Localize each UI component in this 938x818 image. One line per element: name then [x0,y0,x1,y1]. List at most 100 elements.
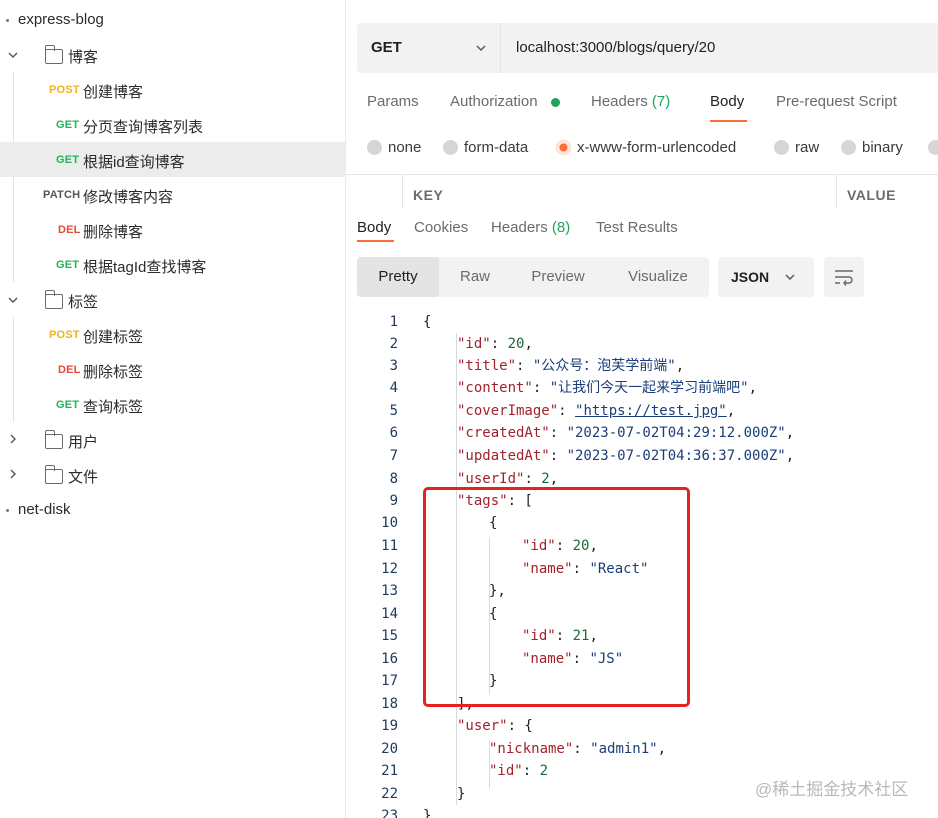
view-visualize-button[interactable]: Visualize [613,257,703,297]
method-badge: DEL [58,364,81,376]
view-mode-group: Pretty Raw Preview Visualize [357,257,709,297]
request-item-selected[interactable]: GET 根据id查询博客 [0,142,346,177]
view-preview-button[interactable]: Preview [521,257,595,297]
line-number: 10 [381,515,398,531]
collection-net-disk[interactable]: net-disk [0,492,346,527]
collection-name: express-blog [18,11,104,28]
code-text: "createdAt": "2023-07-02T04:29:12.000Z", [457,425,795,441]
request-label: 查询标签 [83,399,144,416]
view-pretty-button[interactable]: Pretty [357,257,439,297]
language-select[interactable]: JSON [718,257,814,297]
bullet-icon [6,509,9,512]
code-line: 20 "nickname": "admin1", [346,738,938,760]
resp-tab-cookies[interactable]: Cookies [414,219,468,236]
folder-blog[interactable]: 博客 [0,37,346,72]
value-column: VALUE [836,175,938,209]
request-label: 根据tagId查找博客 [83,259,207,276]
request-item[interactable]: DEL 删除博客 [0,212,346,247]
view-raw-button[interactable]: Raw [443,257,507,297]
json-value: "admin1" [590,741,658,757]
tab-headers[interactable]: Headers (7) [591,93,670,110]
tab-pre-request-script[interactable]: Pre-request Script [776,93,897,110]
radio-graphql[interactable] [928,140,938,155]
request-item[interactable]: DEL 删除标签 [0,352,346,387]
code-line: 5 "coverImage": "https://test.jpg", [346,400,938,422]
sidebar: express-blog 博客 POST 创建博客 GET 分页查询博客列表 G… [0,0,346,818]
radio-label: binary [862,139,903,156]
method-badge: DEL [58,224,81,236]
json-value: "2023-07-02T04:29:12.000Z" [566,425,786,441]
code-line: 3 "title": "公众号：泡芙学前端", [346,355,938,377]
chevron-right-icon [10,469,16,479]
params-table-header: KEY VALUE [346,174,938,209]
code-text: "id": 2 [489,763,549,779]
line-number: 15 [381,628,398,644]
headers-count: (7) [651,93,671,110]
code-line: 19 "user": { [346,715,938,737]
radio-form-data[interactable] [443,140,458,155]
folder-label: 文件 [68,469,99,486]
folder-label: 博客 [68,49,99,66]
request-label: 分页查询博客列表 [83,119,204,136]
url-input[interactable]: localhost:3000/blogs/query/20 [516,39,715,56]
tab-authorization[interactable]: Authorization [450,93,538,110]
active-tab-indicator [357,240,394,242]
radio-label: raw [795,139,820,156]
request-label: 创建博客 [83,84,144,101]
wrap-lines-button[interactable] [824,257,864,297]
code-text: "content": "让我们今天一起来学习前端吧", [457,380,758,396]
line-number: 14 [381,606,398,622]
json-link[interactable]: "https://test.jpg" [575,403,727,419]
resp-tab-test-results[interactable]: Test Results [596,219,678,236]
tab-params[interactable]: Params [367,93,419,110]
radio-urlencoded[interactable] [556,140,571,155]
collection-express-blog[interactable]: express-blog [0,2,346,37]
resp-tab-body[interactable]: Body [357,219,391,236]
active-tab-indicator [710,120,747,122]
code-text: } [457,786,466,802]
json-value: "2023-07-02T04:36:37.000Z" [566,448,786,464]
radio-binary[interactable] [841,140,856,155]
folder-tags[interactable]: 标签 [0,282,346,317]
code-line: 23 } [346,805,938,818]
code-text: { [423,314,432,330]
url-bar: GET localhost:3000/blogs/query/20 [357,23,938,73]
request-item[interactable]: GET 查询标签 [0,387,346,422]
json-value: "公众号：泡芙学前端" [532,358,676,374]
line-number: 21 [381,763,398,779]
radio-none[interactable] [367,140,382,155]
folder-label: 用户 [68,434,99,451]
code-line: 1 { [346,311,938,333]
radio-raw[interactable] [774,140,789,155]
request-item[interactable]: POST 创建标签 [0,317,346,352]
code-text: "coverImage": "https://test.jpg", [457,403,736,419]
line-number: 4 [389,380,398,396]
resp-tab-headers[interactable]: Headers (8) [491,219,570,236]
folder-files[interactable]: 文件 [0,457,346,492]
watermark: @稀土掘金技术社区 [755,780,909,799]
method-badge: GET [56,119,80,131]
code-text: } [423,808,432,818]
request-item[interactable]: PATCH 修改博客内容 [0,177,346,212]
folder-icon [44,430,63,449]
code-text: "user": { [457,718,533,734]
request-item[interactable]: POST 创建博客 [0,72,346,107]
language-value: JSON [731,269,770,285]
request-item[interactable]: GET 根据tagId查找博客 [0,247,346,282]
code-line: 2 "id": 20, [346,333,938,355]
line-number: 11 [381,538,398,554]
method-badge: POST [49,84,80,96]
request-item[interactable]: GET 分页查询博客列表 [0,107,346,142]
line-number: 18 [381,696,398,712]
line-number: 13 [381,583,398,599]
method-value: GET [371,39,402,56]
tab-body[interactable]: Body [710,93,744,110]
method-badge: GET [56,154,80,166]
method-badge: PATCH [43,189,81,201]
chevron-down-icon [785,274,795,280]
line-number: 6 [389,425,398,441]
json-value: 2 [539,763,549,779]
folder-label: 标签 [68,294,99,311]
method-select[interactable]: GET [357,23,501,73]
folder-users[interactable]: 用户 [0,422,346,457]
